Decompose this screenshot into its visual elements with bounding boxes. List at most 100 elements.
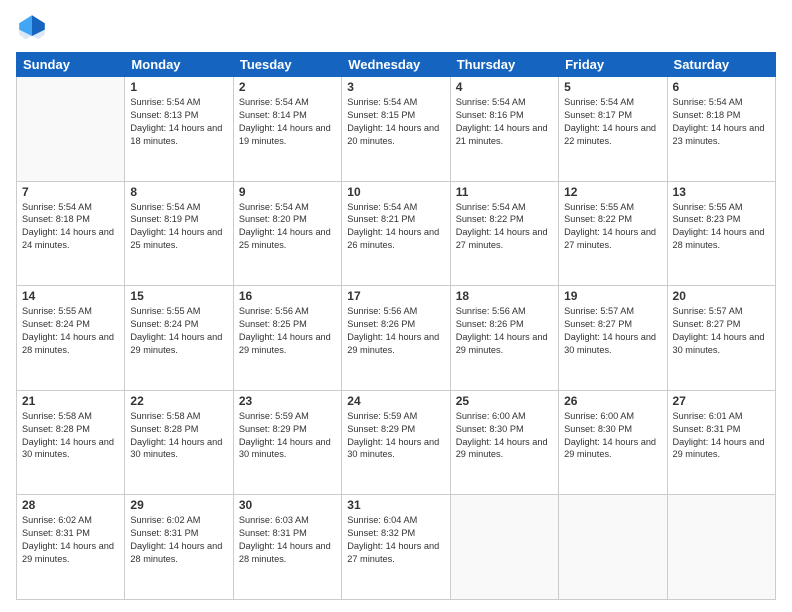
calendar-cell: 30Sunrise: 6:03 AMSunset: 8:31 PMDayligh… xyxy=(233,495,341,600)
logo-icon xyxy=(16,12,48,44)
cell-info: Sunrise: 6:02 AMSunset: 8:31 PMDaylight:… xyxy=(130,514,227,566)
day-number: 15 xyxy=(130,289,227,303)
day-number: 2 xyxy=(239,80,336,94)
calendar-cell xyxy=(667,495,775,600)
day-number: 14 xyxy=(22,289,119,303)
day-number: 27 xyxy=(673,394,770,408)
week-row-0: 1Sunrise: 5:54 AMSunset: 8:13 PMDaylight… xyxy=(17,77,776,182)
cell-info: Sunrise: 5:54 AMSunset: 8:15 PMDaylight:… xyxy=(347,96,444,148)
day-number: 11 xyxy=(456,185,553,199)
cell-info: Sunrise: 5:54 AMSunset: 8:21 PMDaylight:… xyxy=(347,201,444,253)
day-number: 18 xyxy=(456,289,553,303)
cell-info: Sunrise: 5:54 AMSunset: 8:18 PMDaylight:… xyxy=(673,96,770,148)
cell-info: Sunrise: 5:56 AMSunset: 8:26 PMDaylight:… xyxy=(456,305,553,357)
cell-info: Sunrise: 5:56 AMSunset: 8:26 PMDaylight:… xyxy=(347,305,444,357)
calendar-cell: 31Sunrise: 6:04 AMSunset: 8:32 PMDayligh… xyxy=(342,495,450,600)
calendar-cell: 4 Sunrise: 5:54 AMSunset: 8:16 PMDaylight… xyxy=(450,77,558,182)
calendar-table: SundayMondayTuesdayWednesdayThursdayFrid… xyxy=(16,52,776,600)
calendar-cell xyxy=(559,495,667,600)
calendar-cell: 5 Sunrise: 5:54 AMSunset: 8:17 PMDaylight… xyxy=(559,77,667,182)
cell-info: Sunrise: 6:04 AMSunset: 8:32 PMDaylight:… xyxy=(347,514,444,566)
cell-info: Sunrise: 5:59 AMSunset: 8:29 PMDaylight:… xyxy=(347,410,444,462)
calendar-cell: 7 Sunrise: 5:54 AMSunset: 8:18 PMDaylight… xyxy=(17,181,125,286)
cell-info: Sunrise: 6:00 AMSunset: 8:30 PMDaylight:… xyxy=(456,410,553,462)
cell-info: Sunrise: 5:54 AMSunset: 8:18 PMDaylight:… xyxy=(22,201,119,253)
day-header-thursday: Thursday xyxy=(450,53,558,77)
cell-info: Sunrise: 5:55 AMSunset: 8:22 PMDaylight:… xyxy=(564,201,661,253)
calendar-header-row: SundayMondayTuesdayWednesdayThursdayFrid… xyxy=(17,53,776,77)
day-number: 30 xyxy=(239,498,336,512)
calendar-cell: 17 Sunrise: 5:56 AMSunset: 8:26 PMDayligh… xyxy=(342,286,450,391)
cell-info: Sunrise: 5:58 AMSunset: 8:28 PMDaylight:… xyxy=(22,410,119,462)
cell-info: Sunrise: 5:54 AMSunset: 8:13 PMDaylight:… xyxy=(130,96,227,148)
day-header-tuesday: Tuesday xyxy=(233,53,341,77)
cell-info: Sunrise: 5:58 AMSunset: 8:28 PMDaylight:… xyxy=(130,410,227,462)
calendar-cell: 26 Sunrise: 6:00 AMSunset: 8:30 PMDayligh… xyxy=(559,390,667,495)
day-number: 4 xyxy=(456,80,553,94)
calendar-cell: 25Sunrise: 6:00 AMSunset: 8:30 PMDayligh… xyxy=(450,390,558,495)
cell-info: Sunrise: 5:54 AMSunset: 8:14 PMDaylight:… xyxy=(239,96,336,148)
day-number: 16 xyxy=(239,289,336,303)
cell-info: Sunrise: 5:55 AMSunset: 8:24 PMDaylight:… xyxy=(130,305,227,357)
day-number: 8 xyxy=(130,185,227,199)
calendar-cell: 9Sunrise: 5:54 AMSunset: 8:20 PMDaylight… xyxy=(233,181,341,286)
calendar-cell: 2 Sunrise: 5:54 AMSunset: 8:14 PMDaylight… xyxy=(233,77,341,182)
day-number: 28 xyxy=(22,498,119,512)
calendar-cell: 11 Sunrise: 5:54 AMSunset: 8:22 PMDayligh… xyxy=(450,181,558,286)
day-number: 7 xyxy=(22,185,119,199)
calendar-cell: 8 Sunrise: 5:54 AMSunset: 8:19 PMDaylight… xyxy=(125,181,233,286)
cell-info: Sunrise: 6:01 AMSunset: 8:31 PMDaylight:… xyxy=(673,410,770,462)
day-number: 10 xyxy=(347,185,444,199)
calendar-cell: 23 Sunrise: 5:59 AMSunset: 8:29 PMDayligh… xyxy=(233,390,341,495)
calendar-cell: 19 Sunrise: 5:57 AMSunset: 8:27 PMDayligh… xyxy=(559,286,667,391)
header xyxy=(16,12,776,44)
day-number: 13 xyxy=(673,185,770,199)
day-number: 23 xyxy=(239,394,336,408)
calendar-cell: 1Sunrise: 5:54 AMSunset: 8:13 PMDaylight… xyxy=(125,77,233,182)
cell-info: Sunrise: 5:54 AMSunset: 8:17 PMDaylight:… xyxy=(564,96,661,148)
calendar-cell: 24 Sunrise: 5:59 AMSunset: 8:29 PMDayligh… xyxy=(342,390,450,495)
day-number: 21 xyxy=(22,394,119,408)
cell-info: Sunrise: 5:54 AMSunset: 8:22 PMDaylight:… xyxy=(456,201,553,253)
day-number: 17 xyxy=(347,289,444,303)
logo xyxy=(16,12,52,44)
cell-info: Sunrise: 5:54 AMSunset: 8:20 PMDaylight:… xyxy=(239,201,336,253)
day-number: 6 xyxy=(673,80,770,94)
day-number: 5 xyxy=(564,80,661,94)
day-number: 12 xyxy=(564,185,661,199)
calendar-cell: 28Sunrise: 6:02 AMSunset: 8:31 PMDayligh… xyxy=(17,495,125,600)
cell-info: Sunrise: 5:54 AMSunset: 8:16 PMDaylight:… xyxy=(456,96,553,148)
day-number: 24 xyxy=(347,394,444,408)
day-number: 19 xyxy=(564,289,661,303)
day-header-saturday: Saturday xyxy=(667,53,775,77)
calendar-cell: 3 Sunrise: 5:54 AMSunset: 8:15 PMDaylight… xyxy=(342,77,450,182)
cell-info: Sunrise: 5:56 AMSunset: 8:25 PMDaylight:… xyxy=(239,305,336,357)
calendar-cell: 16 Sunrise: 5:56 AMSunset: 8:25 PMDayligh… xyxy=(233,286,341,391)
calendar-cell: 21 Sunrise: 5:58 AMSunset: 8:28 PMDayligh… xyxy=(17,390,125,495)
day-header-monday: Monday xyxy=(125,53,233,77)
cell-info: Sunrise: 5:59 AMSunset: 8:29 PMDaylight:… xyxy=(239,410,336,462)
calendar-cell: 29 Sunrise: 6:02 AMSunset: 8:31 PMDayligh… xyxy=(125,495,233,600)
calendar-cell xyxy=(450,495,558,600)
day-number: 20 xyxy=(673,289,770,303)
cell-info: Sunrise: 6:00 AMSunset: 8:30 PMDaylight:… xyxy=(564,410,661,462)
day-number: 29 xyxy=(130,498,227,512)
week-row-4: 28 Sunrise: 6:02 AMSunset: 8:31 PMDayligh… xyxy=(17,495,776,600)
day-number: 26 xyxy=(564,394,661,408)
calendar-cell: 27 Sunrise: 6:01 AMSunset: 8:31 PMDayligh… xyxy=(667,390,775,495)
calendar-cell: 14Sunrise: 5:55 AMSunset: 8:24 PMDayligh… xyxy=(17,286,125,391)
calendar-cell: 15 Sunrise: 5:55 AMSunset: 8:24 PMDayligh… xyxy=(125,286,233,391)
calendar-cell: 6 Sunrise: 5:54 AMSunset: 8:18 PMDaylight… xyxy=(667,77,775,182)
day-header-wednesday: Wednesday xyxy=(342,53,450,77)
cell-info: Sunrise: 5:55 AMSunset: 8:23 PMDaylight:… xyxy=(673,201,770,253)
day-number: 3 xyxy=(347,80,444,94)
cell-info: Sunrise: 5:57 AMSunset: 8:27 PMDaylight:… xyxy=(564,305,661,357)
calendar-cell: 18 Sunrise: 5:56 AMSunset: 8:26 PMDayligh… xyxy=(450,286,558,391)
day-header-friday: Friday xyxy=(559,53,667,77)
calendar-cell: 20Sunrise: 5:57 AMSunset: 8:27 PMDayligh… xyxy=(667,286,775,391)
week-row-3: 21 Sunrise: 5:58 AMSunset: 8:28 PMDayligh… xyxy=(17,390,776,495)
calendar-cell: 13 Sunrise: 5:55 AMSunset: 8:23 PMDayligh… xyxy=(667,181,775,286)
week-row-2: 14 Sunrise: 5:55 AMSunset: 8:24 PMDayligh… xyxy=(17,286,776,391)
calendar-cell xyxy=(17,77,125,182)
cell-info: Sunrise: 5:54 AMSunset: 8:19 PMDaylight:… xyxy=(130,201,227,253)
